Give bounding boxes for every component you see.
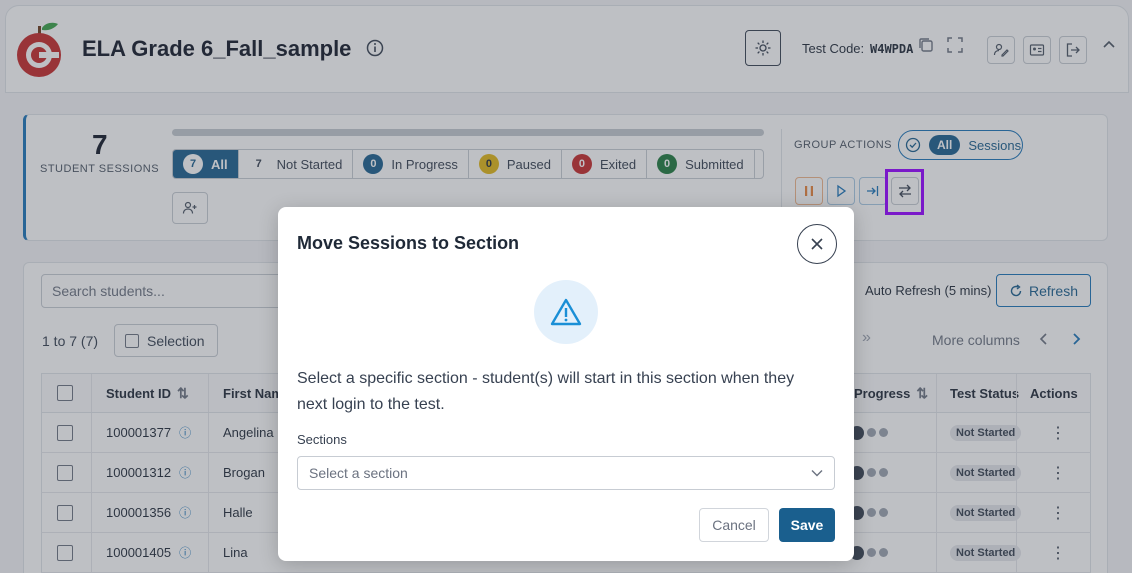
sections-label: Sections	[297, 432, 347, 447]
close-button[interactable]	[797, 224, 837, 264]
app-root: ELA Grade 6_Fall_sample Test Code: W4WPD…	[0, 0, 1132, 573]
chevron-down-icon	[811, 470, 823, 477]
cancel-button[interactable]: Cancel	[699, 508, 769, 542]
section-select-placeholder: Select a section	[309, 465, 408, 481]
move-sessions-highlight	[885, 169, 924, 215]
section-select[interactable]: Select a section	[297, 456, 835, 490]
dialog-title: Move Sessions to Section	[297, 233, 520, 253]
close-icon	[811, 238, 823, 250]
warning-icon	[550, 298, 582, 326]
save-button[interactable]: Save	[779, 508, 835, 542]
move-sessions-dialog: Move Sessions to Section Select a specif…	[278, 207, 854, 561]
warning-badge	[534, 280, 598, 344]
dialog-message: Select a specific section - student(s) w…	[297, 370, 795, 413]
